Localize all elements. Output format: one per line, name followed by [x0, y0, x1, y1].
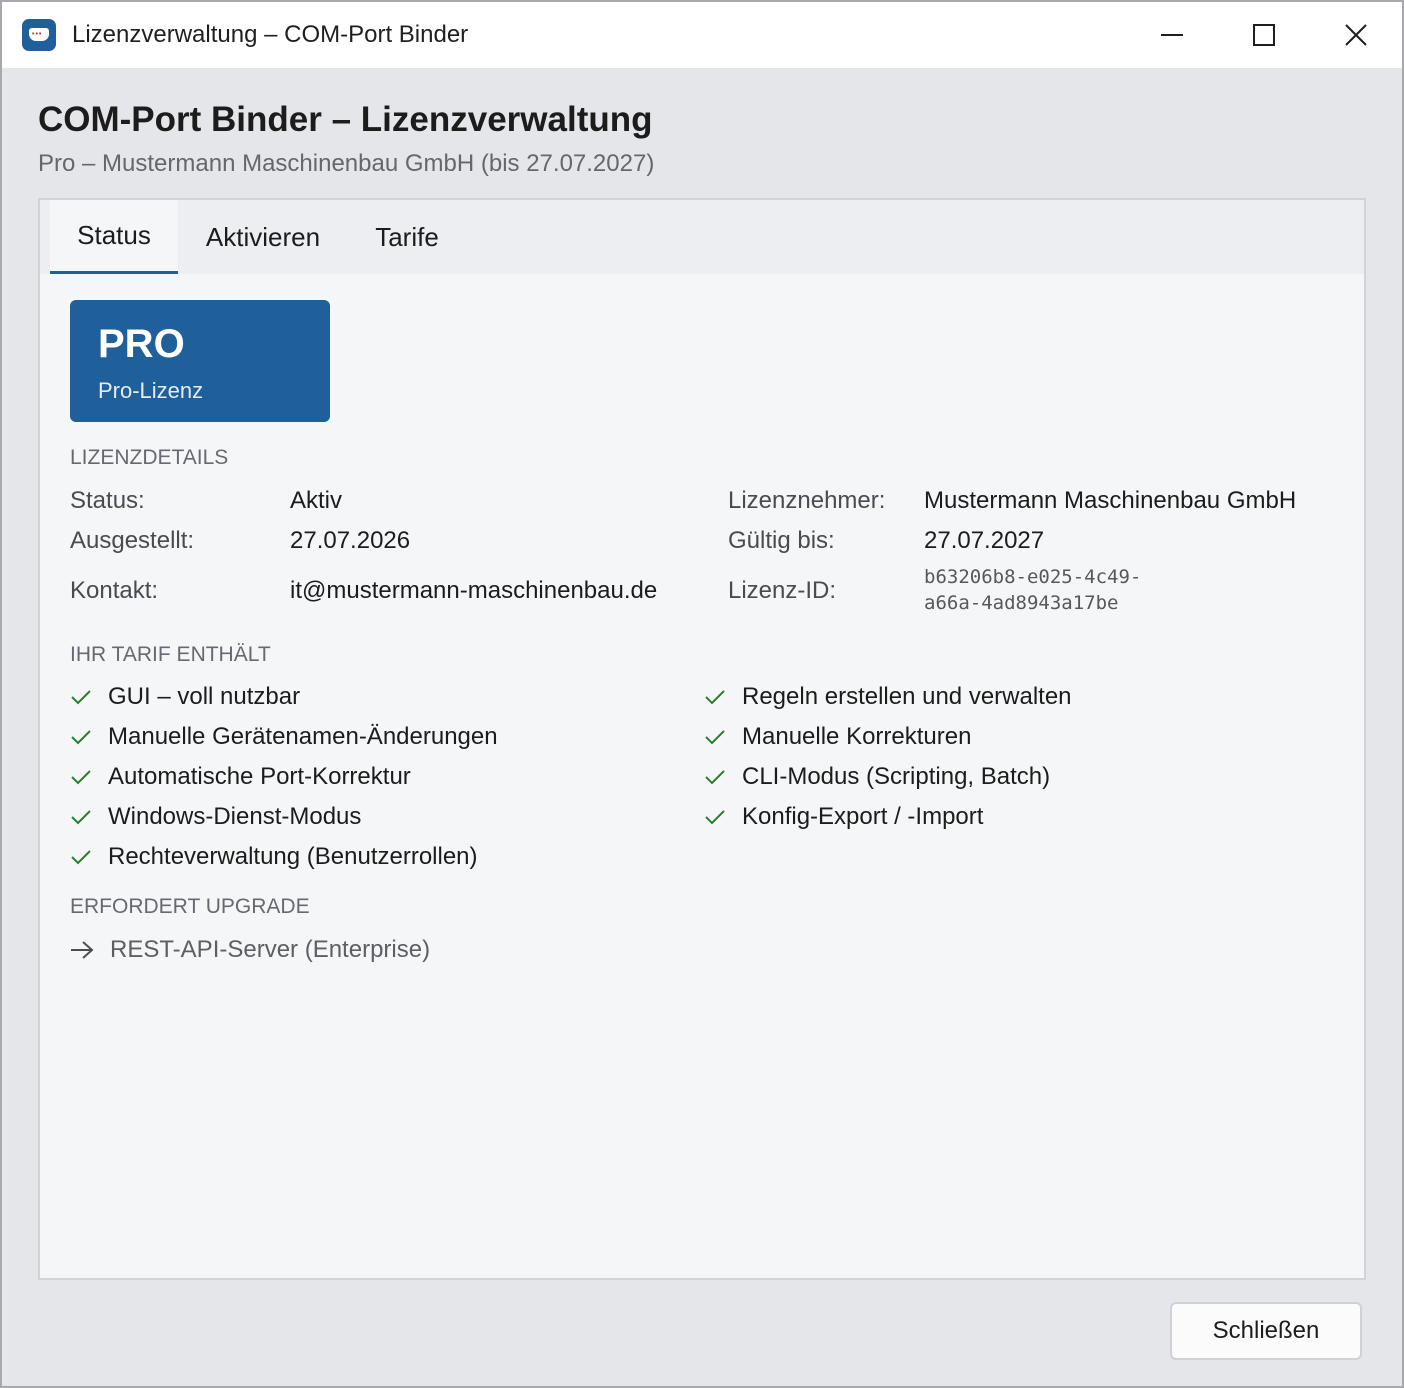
feature-item: CLI-Modus (Scripting, Batch) — [704, 763, 1050, 791]
features-section-label: IHR TARIF ENTHÄLT — [70, 643, 271, 666]
feature-item: Regeln erstellen und verwalten — [704, 683, 1072, 711]
issued-label: Ausgestellt: — [70, 527, 195, 554]
tab-tarife[interactable]: Tarife — [360, 200, 454, 274]
tab-bar: Status Aktivieren Tarife — [40, 200, 1364, 274]
feature-label: Rechteverwaltung (Benutzerrollen) — [108, 843, 478, 870]
details-section-label: LIZENZDETAILS — [70, 446, 229, 469]
license-window: ••• Lizenzverwaltung – COM-Port Binder C… — [0, 0, 1404, 1388]
license-id-line-1: b63206b8-e025-4c49- — [924, 566, 1142, 588]
check-icon — [71, 850, 91, 865]
check-icon — [705, 690, 725, 705]
feature-item: Windows-Dienst-Modus — [70, 803, 361, 831]
window-title: Lizenzverwaltung – COM-Port Binder — [72, 21, 469, 48]
minimize-button[interactable] — [1126, 2, 1218, 68]
page-subtitle: Pro – Mustermann Maschinenbau GmbH (bis … — [38, 150, 655, 177]
contact-value: it@mustermann-maschinenbau.de — [290, 577, 658, 604]
feature-label: Manuelle Korrekturen — [742, 723, 972, 750]
upgrade-item: REST-API-Server (Enterprise) — [70, 936, 430, 964]
maximize-button[interactable] — [1218, 2, 1310, 68]
close-icon — [1345, 24, 1367, 46]
feature-label: Konfig-Export / -Import — [742, 803, 984, 830]
feature-item: GUI – voll nutzbar — [70, 683, 300, 711]
feature-item: Manuelle Gerätenamen-Änderungen — [70, 723, 498, 751]
upgrade-section-label: ERFORDERT UPGRADE — [70, 895, 310, 918]
check-icon — [71, 730, 91, 745]
feature-label: GUI – voll nutzbar — [108, 683, 301, 710]
check-icon — [71, 770, 91, 785]
feature-label: Automatische Port-Korrektur — [108, 763, 411, 790]
license-id-line-2: a66a-4ad8943a17be — [924, 592, 1119, 614]
license-name: Pro-Lizenz — [98, 378, 204, 403]
valid-until-value: 27.07.2027 — [924, 527, 1045, 554]
license-id-label: Lizenz-ID: — [728, 577, 837, 604]
feature-label: Manuelle Gerätenamen-Änderungen — [108, 723, 498, 750]
feature-item: Konfig-Export / -Import — [704, 803, 983, 831]
feature-item: Rechteverwaltung (Benutzerrollen) — [70, 843, 478, 871]
licensee-value: Mustermann Maschinenbau GmbH — [924, 487, 1297, 514]
page-title: COM-Port Binder – Lizenzverwaltung — [38, 100, 653, 139]
license-badge: PRO Pro-Lizenz — [70, 300, 330, 422]
check-icon — [71, 810, 91, 825]
app-icon: ••• — [22, 19, 56, 51]
valid-until-label: Gültig bis: — [728, 527, 835, 554]
tab-status[interactable]: Status — [50, 200, 178, 274]
feature-label: Regeln erstellen und verwalten — [742, 683, 1072, 710]
status-value: Aktiv — [290, 487, 343, 514]
check-icon — [705, 730, 725, 745]
arrow-right-icon — [71, 941, 94, 959]
contact-label: Kontakt: — [70, 577, 159, 604]
tab-aktivieren[interactable]: Aktivieren — [190, 200, 336, 274]
close-window-button[interactable] — [1310, 2, 1402, 68]
check-icon — [705, 810, 725, 825]
feature-item: Automatische Port-Korrektur — [70, 763, 411, 791]
feature-label: CLI-Modus (Scripting, Batch) — [742, 763, 1051, 790]
check-icon — [705, 770, 725, 785]
licensee-label: Lizenznehmer: — [728, 487, 886, 514]
check-icon — [71, 690, 91, 705]
minimize-icon — [1161, 34, 1183, 36]
maximize-icon — [1253, 24, 1275, 46]
close-button[interactable]: Schließen — [1170, 1302, 1362, 1360]
title-bar[interactable]: ••• Lizenzverwaltung – COM-Port Binder — [2, 2, 1402, 68]
issued-value: 27.07.2026 — [290, 527, 411, 554]
license-id-value[interactable]: b63206b8-e025-4c49- a66a-4ad8943a17be — [924, 564, 1141, 616]
feature-item: Manuelle Korrekturen — [704, 723, 971, 751]
license-tier: PRO — [98, 322, 185, 366]
tab-panel: Status Aktivieren Tarife PRO Pro-Lizenz … — [38, 198, 1366, 1280]
upgrade-label: REST-API-Server (Enterprise) — [110, 936, 431, 963]
feature-label: Windows-Dienst-Modus — [108, 803, 362, 830]
status-label: Status: — [70, 487, 145, 514]
